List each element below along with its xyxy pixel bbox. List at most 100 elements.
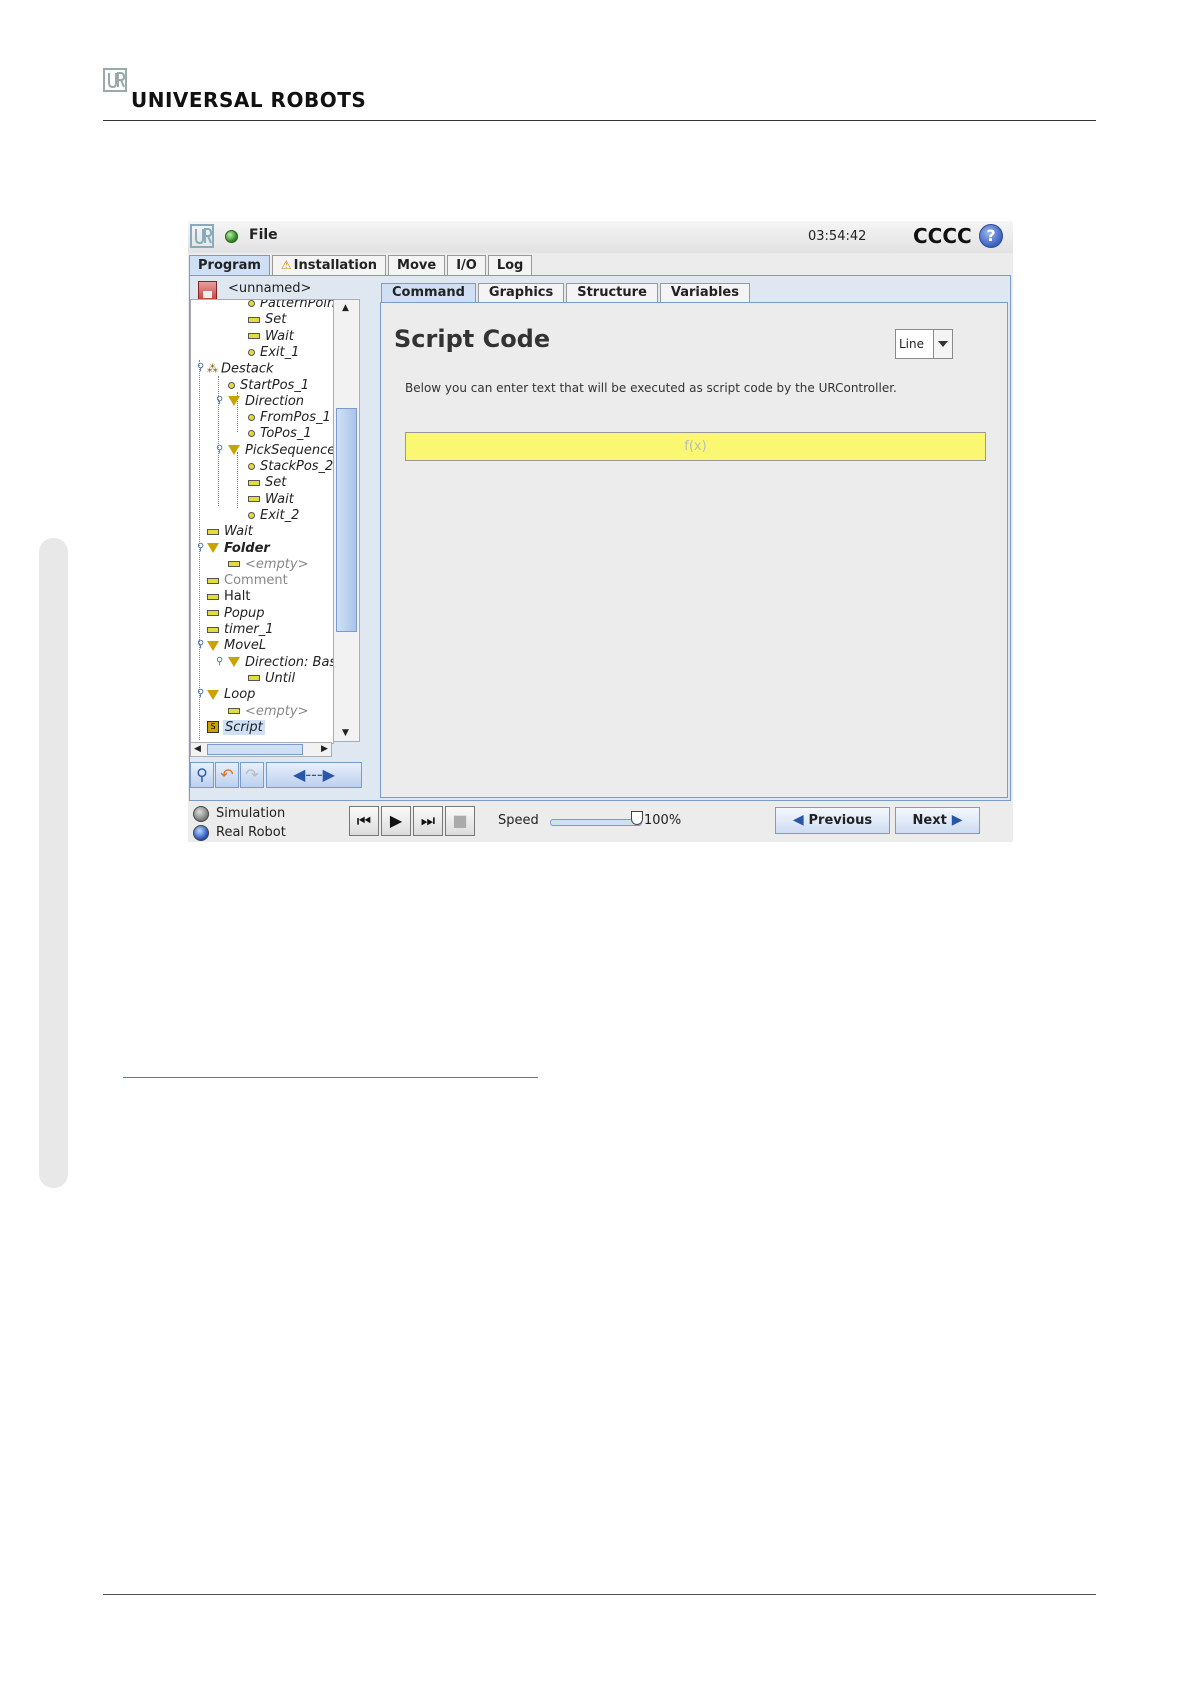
tree-node[interactable]: Direction: Base [228, 655, 333, 671]
script-code-input[interactable]: f(x) [405, 432, 986, 461]
tree-node[interactable]: Loop [207, 687, 255, 703]
tree-node[interactable]: <empty> [228, 557, 309, 573]
tree-node[interactable]: StackPos_2 [248, 459, 333, 475]
tree-node-label: ToPos_1 [260, 426, 312, 442]
tree-horizontal-scrollbar[interactable]: ◀ ▶ [190, 742, 332, 757]
tree-vertical-scrollbar[interactable]: ▲ ▼ [333, 299, 360, 742]
tree-node[interactable]: Until [248, 671, 295, 687]
tree-node-label: StackPos_2 [260, 459, 334, 474]
next-button[interactable]: Next ▶ [895, 807, 980, 834]
tree-node[interactable]: <empty> [228, 704, 309, 720]
search-icon[interactable]: ⚲ [190, 762, 214, 788]
tree-node[interactable]: Folder [207, 541, 270, 557]
tree-node[interactable]: Wait [248, 492, 294, 508]
scrollbar-thumb[interactable] [336, 408, 357, 632]
node-waypoint-icon [248, 300, 255, 307]
script-mode-select[interactable]: Line [895, 329, 953, 359]
tree-node-label: <empty> [245, 556, 309, 572]
save-icon[interactable] [198, 281, 217, 300]
tree-node[interactable]: PickSequence [228, 443, 333, 459]
redo-icon[interactable]: ↷ [240, 762, 264, 788]
stop-icon[interactable]: ■ [445, 806, 475, 836]
page-footer-rule [103, 1594, 1096, 1595]
tree-node[interactable]: Wait [248, 329, 294, 345]
play-icon[interactable]: ▶ [381, 806, 411, 836]
expand-toggle-icon[interactable]: ⚲ [197, 542, 204, 553]
tree-node[interactable]: S Script [207, 719, 265, 736]
tree-guide [237, 452, 238, 508]
expand-toggle-icon[interactable]: ⚲ [197, 639, 204, 650]
tree-node[interactable]: timer_1 [207, 622, 274, 638]
tree-node-label: Wait [224, 524, 253, 540]
tab-variables[interactable]: Variables [659, 283, 750, 302]
node-folder-icon [207, 689, 219, 700]
tree-node-label: Popup [224, 605, 265, 621]
node-action-icon [248, 496, 260, 503]
ur-logo-icon [103, 68, 127, 92]
program-tree[interactable]: PatternPoint Set Wait Exit_1 ⁂ Destack ⚲ StartP… [190, 299, 334, 744]
tree-node[interactable]: MoveL [207, 638, 266, 654]
scroll-down-icon[interactable]: ▼ [342, 728, 349, 738]
node-folder-icon [228, 445, 240, 456]
scroll-right-icon[interactable]: ▶ [321, 744, 328, 754]
tree-node[interactable]: PatternPoint [248, 300, 333, 312]
tab-io[interactable]: I/O [447, 255, 486, 275]
tree-node[interactable]: ToPos_1 [248, 426, 312, 442]
simulation-radio[interactable] [193, 806, 209, 822]
expand-toggle-icon[interactable]: ⚲ [197, 362, 204, 373]
previous-button[interactable]: ◀ Previous [775, 807, 890, 834]
tree-node-label: Comment [224, 573, 288, 589]
tree-node[interactable]: Direction [228, 394, 304, 410]
step-icon[interactable]: ⏭ [413, 806, 443, 836]
tab-program[interactable]: Program [189, 255, 270, 275]
tree-node[interactable]: Halt [207, 589, 250, 605]
speed-slider-handle[interactable] [631, 811, 643, 825]
real-robot-label: Real Robot [216, 825, 286, 840]
tree-node[interactable]: ⁂ Destack [207, 361, 274, 377]
tree-node[interactable]: Exit_1 [248, 345, 299, 361]
polyscope-screenshot: File 03:54:42 CCCC ? Program ⚠ Installati… [188, 221, 1013, 842]
node-waypoint-icon [248, 414, 255, 422]
scroll-left-icon[interactable]: ◀ [194, 744, 201, 754]
tree-node-label: Script [223, 719, 265, 735]
tree-node[interactable]: Comment [207, 573, 288, 589]
tab-move[interactable]: Move [388, 255, 446, 275]
tree-node-label: Set [265, 475, 287, 491]
rewind-icon[interactable]: ⏮ [349, 806, 379, 836]
scroll-up-icon[interactable]: ▲ [342, 303, 349, 313]
tab-log[interactable]: Log [487, 255, 533, 275]
tree-node[interactable]: Set [248, 475, 286, 491]
tree-node[interactable]: Exit_2 [248, 508, 299, 524]
tab-command[interactable]: Command [381, 283, 476, 302]
expand-toggle-icon[interactable]: ⚲ [216, 656, 223, 667]
speed-slider[interactable] [550, 819, 642, 826]
undo-icon[interactable]: ↶ [215, 762, 239, 788]
clock: 03:54:42 [808, 229, 867, 244]
move-node-arrows-icon[interactable]: ◀‑‑‑▶ [266, 762, 362, 788]
node-folder-icon [228, 396, 240, 407]
scrollbar-thumb[interactable] [207, 744, 303, 755]
robot-name: CCCC [913, 224, 972, 248]
tree-node[interactable]: Popup [207, 606, 265, 622]
expand-toggle-icon[interactable]: ⚲ [216, 444, 223, 455]
tree-node[interactable]: Wait [207, 524, 253, 540]
tab-graphics[interactable]: Graphics [477, 283, 565, 302]
help-icon[interactable]: ? [979, 224, 1003, 248]
chevron-down-icon[interactable] [933, 330, 952, 358]
node-action-icon [228, 561, 240, 568]
tree-node-label: Direction [245, 393, 305, 409]
file-menu[interactable]: File [249, 227, 278, 243]
tab-installation-label: Installation [293, 258, 378, 273]
tree-node[interactable]: FromPos_1 [248, 410, 331, 426]
tree-node[interactable]: StartPos_1 [228, 378, 309, 394]
real-robot-radio[interactable] [193, 825, 209, 841]
tab-structure[interactable]: Structure [566, 283, 658, 302]
tab-installation[interactable]: ⚠ Installation [271, 255, 387, 275]
expand-toggle-icon[interactable]: ⚲ [216, 395, 223, 406]
node-action-icon [207, 577, 219, 584]
tree-node[interactable]: Set [248, 312, 286, 328]
tree-node-label: Until [265, 670, 296, 686]
expand-toggle-icon[interactable]: ⚲ [197, 688, 204, 699]
node-action-icon [207, 593, 219, 600]
node-waypoint-icon [248, 348, 255, 356]
